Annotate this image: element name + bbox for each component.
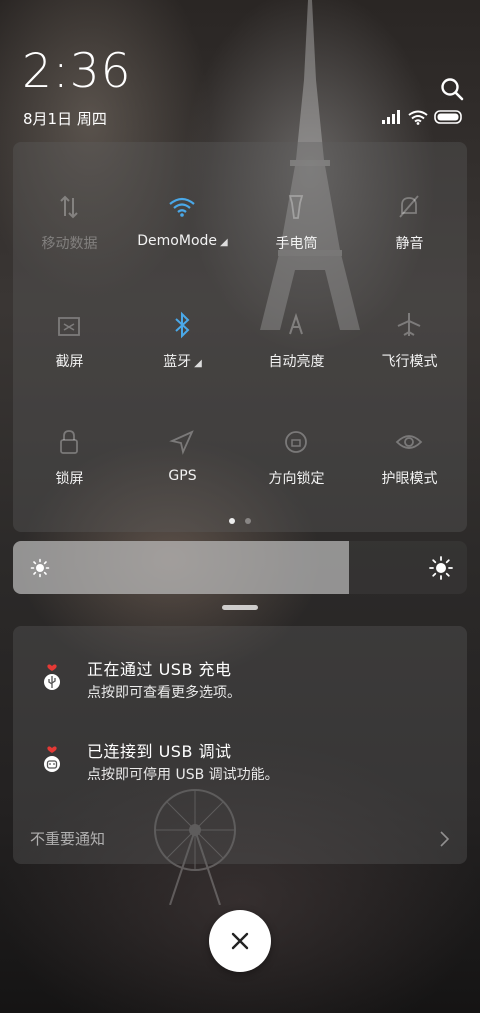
- notification-subtitle: 点按即可停用 USB 调试功能。: [87, 767, 279, 783]
- bluetooth-icon: [175, 311, 190, 339]
- tile-mute[interactable]: 静音: [353, 182, 466, 287]
- search-button[interactable]: [439, 76, 465, 102]
- tile-label: 移动数据: [41, 236, 98, 252]
- tile-label: 静音: [395, 236, 424, 252]
- tile-label-text: 蓝牙: [163, 354, 192, 370]
- android-debug-icon: [44, 746, 60, 772]
- tile-airplane[interactable]: 飞行模式: [353, 300, 466, 405]
- rotation-lock-icon: [285, 431, 307, 453]
- date: 8月1日 周四: [23, 110, 107, 128]
- tile-label: 护眼模式: [381, 471, 438, 487]
- page-dot-2[interactable]: [245, 518, 251, 524]
- notification-title: 已连接到 USB 调试: [87, 742, 232, 761]
- menu-indicator-icon: ◢: [194, 358, 202, 369]
- location-icon: [169, 430, 194, 455]
- clock: 2:36: [22, 44, 132, 99]
- brightness-fill: [13, 541, 349, 594]
- unimportant-notifications-link[interactable]: 不重要通知: [30, 828, 105, 849]
- status-icons: [382, 108, 464, 126]
- tile-label: 手电筒: [275, 236, 318, 252]
- mobile-data-icon: [60, 195, 78, 219]
- notification-usb-charging[interactable]: 正在通过 USB 充电 点按即可查看更多选项。: [13, 654, 467, 714]
- tile-bluetooth[interactable]: 蓝牙 ◢: [126, 300, 239, 405]
- auto-brightness-icon: [289, 312, 303, 335]
- tile-mobile-data[interactable]: 移动数据: [13, 182, 126, 287]
- tile-auto-brightness[interactable]: 自动亮度: [240, 300, 353, 405]
- tile-label: DemoMode ◢: [126, 233, 239, 249]
- tile-label: 蓝牙 ◢: [126, 351, 239, 371]
- tile-lock-screen[interactable]: 锁屏: [13, 417, 126, 522]
- tile-label: 方向锁定: [268, 471, 325, 487]
- tile-label: 截屏: [55, 354, 84, 370]
- battery-icon: [434, 110, 462, 124]
- tile-label: 自动亮度: [268, 354, 325, 370]
- screenshot-icon: [58, 317, 80, 336]
- wifi-icon: [408, 110, 428, 125]
- notification-title: 正在通过 USB 充电: [87, 660, 232, 679]
- tile-label-text: DemoMode: [137, 233, 218, 249]
- tile-eye-protection[interactable]: 护眼模式: [353, 417, 466, 522]
- tile-flashlight[interactable]: 手电筒: [240, 182, 353, 287]
- tile-label: 锁屏: [55, 471, 84, 487]
- menu-indicator-icon: ◢: [220, 237, 228, 248]
- search-icon: [441, 78, 464, 101]
- close-button[interactable]: [209, 910, 271, 972]
- bell-off-icon: [399, 195, 419, 218]
- brightness-high-icon: [429, 556, 453, 580]
- tile-gps[interactable]: GPS: [126, 417, 239, 522]
- page-dot-1[interactable]: [229, 518, 235, 524]
- drag-handle[interactable]: [222, 605, 258, 610]
- airplane-icon: [397, 313, 421, 336]
- usb-icon: [44, 664, 60, 690]
- tile-wifi[interactable]: DemoMode ◢: [126, 182, 239, 287]
- lock-icon: [60, 430, 78, 454]
- flashlight-icon: [288, 195, 304, 219]
- signal-bars-icon: [382, 110, 400, 124]
- tile-rotation-lock[interactable]: 方向锁定: [240, 417, 353, 522]
- quick-settings-panel: 移动数据 DemoMode ◢ 手电筒 静音 截屏 蓝牙 ◢ 自动亮度 飞行模式…: [13, 142, 467, 532]
- close-icon: [231, 932, 249, 950]
- brightness-low-icon: [30, 558, 50, 578]
- notification-panel: 正在通过 USB 充电 点按即可查看更多选项。 已连接到 USB 调试 点按即可…: [13, 626, 467, 864]
- tile-label: 飞行模式: [381, 354, 438, 370]
- notification-subtitle: 点按即可查看更多选项。: [87, 685, 241, 701]
- notification-usb-debugging[interactable]: 已连接到 USB 调试 点按即可停用 USB 调试功能。: [13, 736, 467, 796]
- tile-label: GPS: [168, 468, 197, 484]
- wifi-icon: [169, 197, 195, 217]
- eye-icon: [395, 435, 423, 449]
- chevron-right-icon[interactable]: [438, 830, 450, 848]
- page-indicator: [13, 518, 467, 524]
- brightness-slider[interactable]: [13, 541, 467, 594]
- tile-screenshot[interactable]: 截屏: [13, 300, 126, 405]
